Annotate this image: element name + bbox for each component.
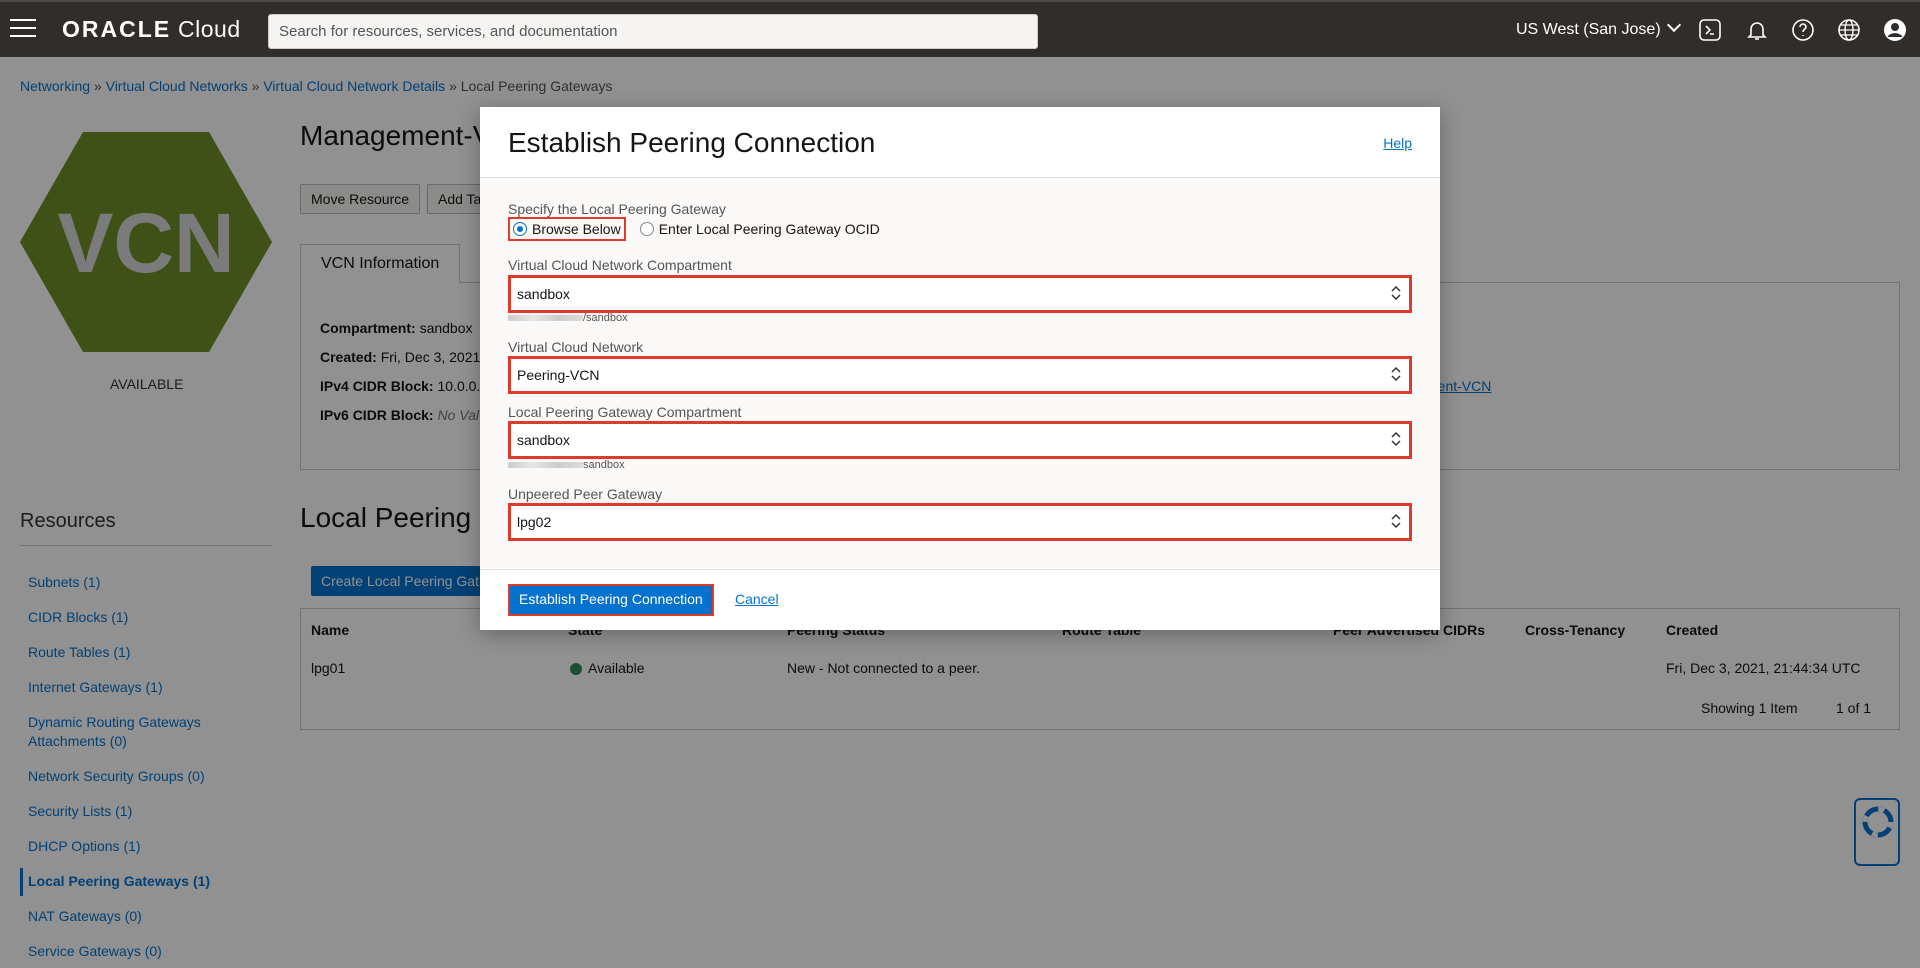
chevron-down-icon	[1666, 17, 1681, 33]
help-icon[interactable]	[1791, 18, 1815, 42]
vcn-value: Peering-VCN	[517, 367, 600, 383]
top-bar: ORACLE Cloud Search for resources, servi…	[0, 0, 1920, 57]
radio-browse-label: Browse Below	[532, 221, 621, 237]
search-input[interactable]: Search for resources, services, and docu…	[268, 14, 1038, 49]
vcn-compartment-value: sandbox	[517, 286, 570, 302]
radio-browse-below[interactable]: Browse Below	[508, 217, 626, 241]
lpg-compartment-select[interactable]: sandbox	[508, 421, 1412, 459]
select-arrows-icon	[1391, 285, 1401, 301]
bell-icon[interactable]	[1745, 18, 1769, 42]
establish-peering-dialog: Establish Peering Connection Help Specif…	[480, 107, 1440, 630]
cloud-shell-icon[interactable]	[1698, 18, 1722, 42]
peer-gateway-select[interactable]: lpg02	[508, 503, 1412, 541]
vcn-compartment-path: /sandbox	[508, 312, 628, 324]
specify-lpg-label: Specify the Local Peering Gateway	[508, 201, 726, 217]
radio-selected-icon	[513, 222, 527, 236]
cancel-link[interactable]: Cancel	[735, 591, 779, 607]
menu-icon[interactable]	[10, 19, 36, 39]
redacted-path	[508, 315, 583, 322]
radio-ocid-label: Enter Local Peering Gateway OCID	[658, 221, 880, 237]
select-arrows-icon	[1391, 513, 1401, 529]
select-arrows-icon	[1391, 431, 1401, 447]
vcn-label: Virtual Cloud Network	[508, 339, 644, 355]
lpg-compartment-label: Local Peering Gateway Compartment	[508, 404, 742, 420]
oracle-cloud-logo[interactable]: ORACLE Cloud	[62, 16, 241, 43]
lpg-compartment-path: sandbox	[508, 459, 625, 471]
radio-enter-ocid[interactable]: Enter Local Peering Gateway OCID	[639, 221, 880, 237]
establish-peering-button[interactable]: Establish Peering Connection	[508, 584, 714, 616]
vcn-compartment-select[interactable]: sandbox	[508, 275, 1412, 313]
select-arrows-icon	[1391, 366, 1401, 382]
user-avatar-icon[interactable]	[1883, 18, 1907, 42]
redacted-path	[508, 462, 583, 469]
peer-gateway-label: Unpeered Peer Gateway	[508, 486, 663, 502]
dialog-header: Establish Peering Connection Help	[480, 107, 1440, 178]
region-selector[interactable]: US West (San Jose)	[1516, 17, 1681, 39]
dialog-title: Establish Peering Connection	[508, 127, 876, 158]
help-link[interactable]: Help	[1383, 135, 1412, 151]
lpg-compartment-value: sandbox	[517, 432, 570, 448]
peer-gateway-value: lpg02	[517, 514, 552, 530]
specify-lpg-radio-group: Browse Below Enter Local Peering Gateway…	[508, 217, 880, 241]
vcn-compartment-label: Virtual Cloud Network Compartment	[508, 257, 732, 273]
radio-unselected-icon	[639, 222, 654, 236]
vcn-select[interactable]: Peering-VCN	[508, 356, 1412, 394]
globe-icon[interactable]	[1837, 18, 1861, 42]
dialog-footer: Establish Peering Connection Cancel	[480, 569, 1440, 630]
